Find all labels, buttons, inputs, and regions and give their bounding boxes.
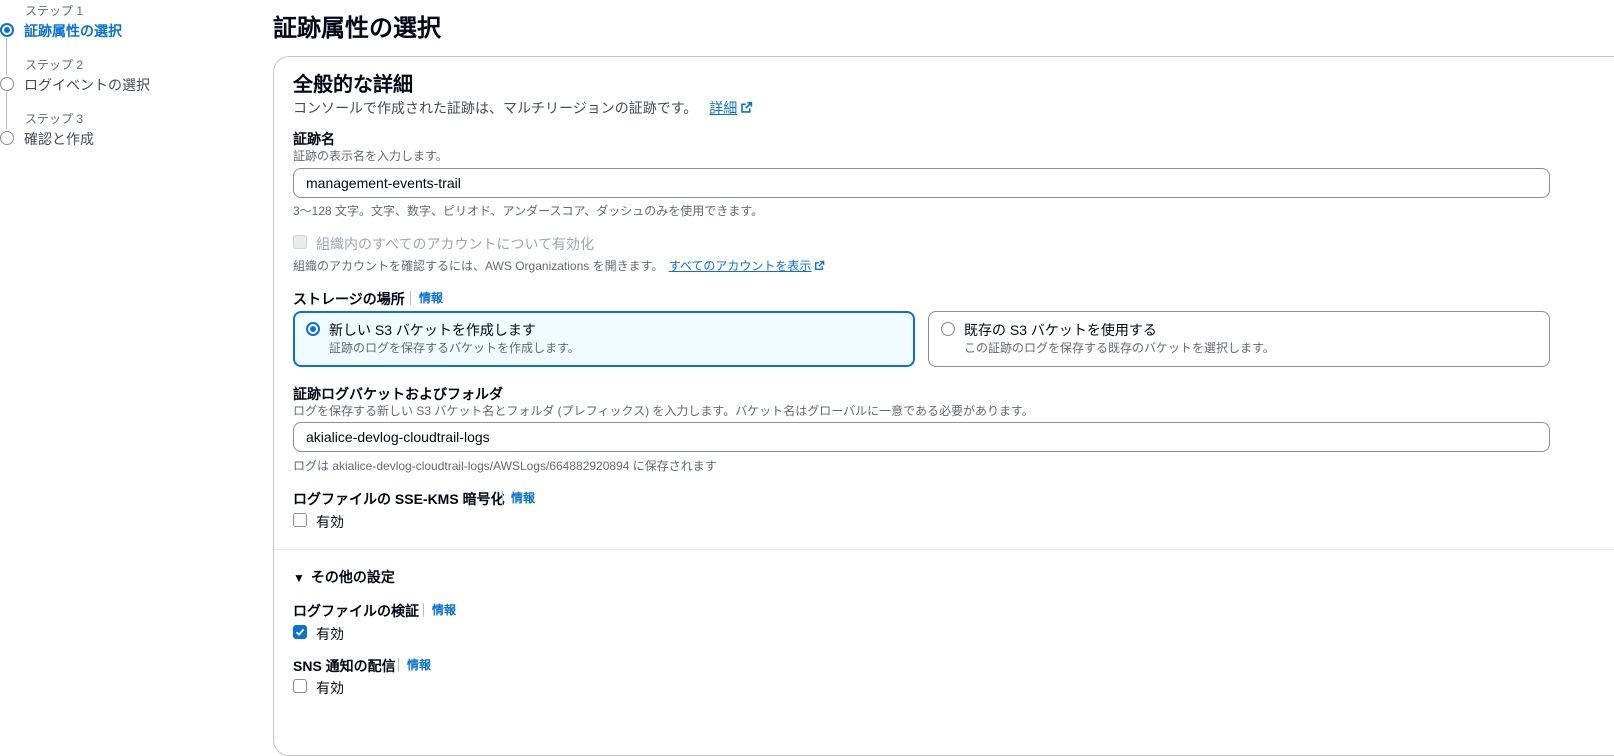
new-s3-bucket-title: 新しい S3 バケットを作成します [329,322,536,338]
trail-name-label: 証跡名 [293,131,335,147]
trail-name-description: 証跡の表示名を入力します。 [293,149,448,163]
sse-kms-label: ログファイルの SSE-KMS 暗号化 [293,491,505,507]
other-settings-expander[interactable]: ▼ その他の設定 [293,567,395,587]
step-connector [6,38,7,75]
details-link[interactable]: 詳細 [709,100,737,116]
bucket-folder-description: ログを保存する新しい S3 バケット名とフォルダ (プレフィックス) を入力しま… [293,404,1034,418]
sns-checkbox-label: 有効 [316,680,344,696]
existing-s3-bucket-title: 既存の S3 バケットを使用する [964,322,1157,338]
page-title: 証跡属性の選択 [273,15,441,42]
sns-checkbox[interactable] [293,679,307,693]
trail-name-input[interactable]: management-events-trail [293,168,1550,198]
step-2-label: ステップ 2 [25,58,84,72]
step-1-title[interactable]: 証跡属性の選択 [24,21,122,41]
step-connector [6,92,7,129]
organization-description-text: 組織のアカウントを確認するには、AWS Organizations を開きます。 [293,259,664,273]
caret-down-icon: ▼ [293,571,305,585]
sse-kms-checkbox[interactable] [293,513,307,527]
storage-location-label: ストレージの場所 [293,291,405,307]
existing-s3-bucket-tile[interactable]: 既存の S3 バケットを使用する この証跡のログを保存する既存のバケットを選択し… [928,311,1550,367]
external-link-icon [815,260,825,270]
log-validation-label: ログファイルの検証 [293,603,419,619]
other-settings-title: その他の設定 [310,569,395,585]
step-2-title[interactable]: ログイベントの選択 [24,75,150,95]
general-description-text: コンソールで作成された証跡は、マルチリージョンの証跡です。 [293,100,698,116]
organization-enable-label: 組織内のすべてのアカウントについて有効化 [316,236,595,252]
section-divider [274,549,1614,550]
sse-kms-checkbox-label: 有効 [316,514,344,530]
new-s3-bucket-tile[interactable]: 新しい S3 バケットを作成します 証跡のログを保存するバケットを作成します。 [293,311,915,367]
step-3-title[interactable]: 確認と作成 [24,129,94,149]
organization-description: 組織のアカウントを確認するには、AWS Organizations を開きます。… [293,257,825,274]
step-3-label: ステップ 3 [25,112,84,126]
wizard-steps: ステップ 1 証跡属性の選択 ステップ 2 ログイベントの選択 ステップ 3 確… [0,0,270,200]
checkmark-icon [295,628,305,636]
log-validation-checkbox-label: 有効 [316,626,344,642]
step-1-indicator-icon [0,23,14,37]
log-validation-checkbox[interactable] [293,625,307,639]
organization-enable-checkbox[interactable] [293,235,307,249]
step-1-label: ステップ 1 [25,4,84,18]
view-all-accounts-link[interactable]: すべてのアカウントを表示 [669,259,812,273]
log-validation-info-link[interactable]: 情報 [423,603,456,617]
bucket-folder-label: 証跡ログバケットおよびフォルダ [293,386,503,402]
existing-s3-bucket-desc: この証跡のログを保存する既存のバケットを選択します。 [964,341,1275,355]
new-s3-bucket-radio[interactable] [306,322,320,336]
bucket-name-input[interactable]: akialice-devlog-cloudtrail-logs [293,422,1550,452]
bucket-path-hint: ログは akialice-devlog-cloudtrail-logs/AWSL… [293,459,717,473]
sns-info-link[interactable]: 情報 [398,658,431,672]
storage-info-link[interactable]: 情報 [410,291,443,305]
new-s3-bucket-desc: 証跡のログを保存するバケットを作成します。 [329,341,580,355]
general-details-description: コンソールで作成された証跡は、マルチリージョンの証跡です。 詳細 [293,98,753,118]
external-link-icon [741,101,753,113]
sse-kms-info-link[interactable]: 情報 [502,491,535,505]
existing-s3-bucket-radio[interactable] [941,322,955,336]
step-3-indicator-icon [0,131,14,145]
step-2-indicator-icon [0,77,14,91]
general-details-title: 全般的な詳細 [293,74,413,96]
sns-delivery-label: SNS 通知の配信 [293,658,396,674]
trail-name-constraint: 3〜128 文字。文字、数字、ピリオド、アンダースコア、ダッシュのみを使用できま… [293,204,764,218]
